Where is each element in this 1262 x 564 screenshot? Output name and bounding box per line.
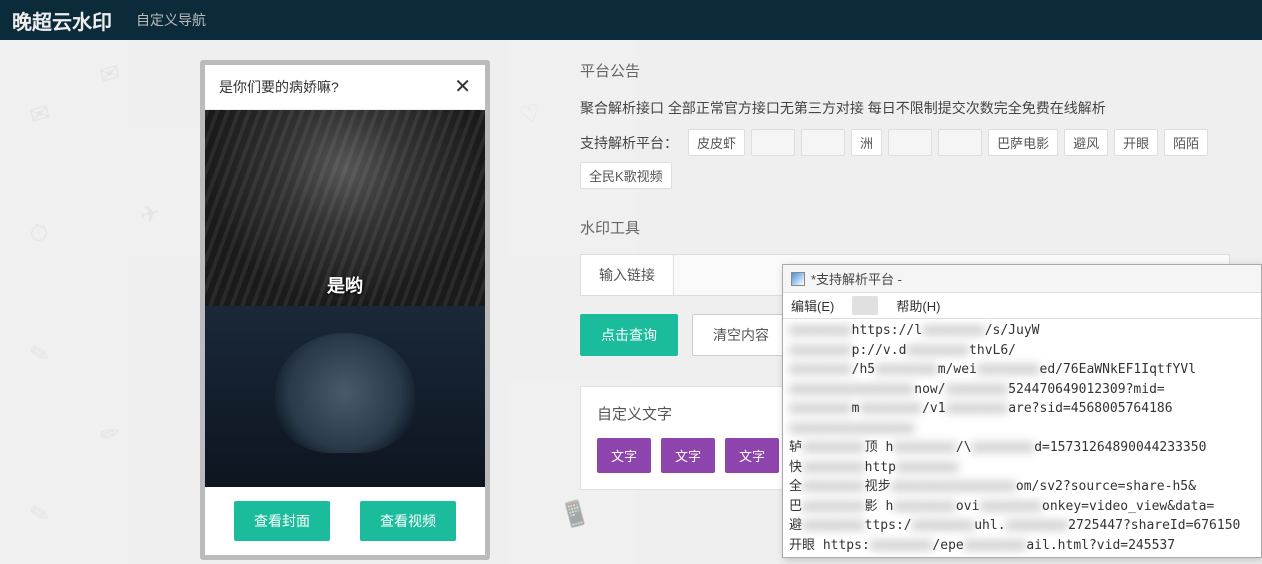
modal-footer: 查看封面 查看视频	[205, 487, 485, 555]
query-button[interactable]: 点击查询	[580, 314, 678, 356]
platform-tag[interactable]: 避风	[1064, 129, 1108, 156]
platform-tag[interactable]: 皮皮虾	[688, 129, 745, 156]
link-input-label: 输入链接	[580, 254, 674, 296]
nav-custom[interactable]: 自定义导航	[136, 10, 206, 30]
platform-tag[interactable]: 陌陌	[1164, 129, 1208, 156]
modal-header: 是你们要的病娇嘛? ✕	[205, 65, 485, 110]
text-button[interactable]: 文字	[661, 438, 715, 473]
video-frame-top: 是哟	[205, 110, 485, 306]
announce-title: 平台公告	[580, 60, 1230, 81]
modal-title: 是你们要的病娇嘛?	[219, 77, 339, 97]
notepad-content[interactable]: xxxxxxxxhttps://lxxxxxxxx/s/JuyWxxxxxxxx…	[783, 319, 1261, 557]
platform-row-2: 全民K歌视频	[580, 162, 1230, 189]
notepad-window: *支持解析平台 - 编辑(E) 帮助(H) xxxxxxxxhttps://lx…	[782, 264, 1262, 558]
platform-tag[interactable]	[801, 129, 845, 156]
menu-hidden[interactable]	[852, 296, 878, 315]
notepad-menubar: 编辑(E) 帮助(H)	[783, 293, 1261, 319]
video-frame-bottom	[205, 306, 485, 487]
text-button[interactable]: 文字	[725, 438, 779, 473]
platform-tag[interactable]	[938, 129, 982, 156]
view-cover-button[interactable]: 查看封面	[234, 501, 330, 541]
platform-tag[interactable]: 全民K歌视频	[580, 162, 672, 189]
platform-row-1: 支持解析平台： 皮皮虾 洲 巴萨电影 避风 开眼 陌陌	[580, 129, 1230, 156]
notepad-app-icon	[791, 272, 805, 286]
tool-title: 水印工具	[580, 217, 1230, 238]
platforms-label: 支持解析平台：	[580, 133, 678, 153]
announce-text: 聚合解析接口 全部正常官方接口无第三方对接 每日不限制提交次数完全免费在线解析	[580, 97, 1230, 119]
view-video-button[interactable]: 查看视频	[360, 501, 456, 541]
modal-body: 是哟	[205, 110, 485, 487]
notepad-title: *支持解析平台 -	[811, 269, 902, 288]
text-button[interactable]: 文字	[597, 438, 651, 473]
menu-edit[interactable]: 编辑(E)	[791, 296, 834, 315]
notepad-titlebar[interactable]: *支持解析平台 -	[783, 265, 1261, 293]
close-icon[interactable]: ✕	[454, 77, 471, 97]
platform-tag[interactable]	[888, 129, 932, 156]
platform-tag[interactable]: 洲	[851, 129, 882, 156]
header-bar: 晚超云水印 自定义导航	[0, 0, 1262, 40]
app-logo: 晚超云水印	[12, 6, 112, 35]
platform-tag[interactable]	[751, 129, 795, 156]
menu-help[interactable]: 帮助(H)	[896, 296, 940, 315]
preview-modal: 是你们要的病娇嘛? ✕ 是哟 查看封面 查看视频	[200, 60, 490, 560]
video-caption: 是哟	[327, 272, 363, 298]
platform-tag[interactable]: 开眼	[1114, 129, 1158, 156]
platform-tag[interactable]: 巴萨电影	[988, 129, 1058, 156]
clear-button[interactable]: 清空内容	[692, 314, 790, 356]
